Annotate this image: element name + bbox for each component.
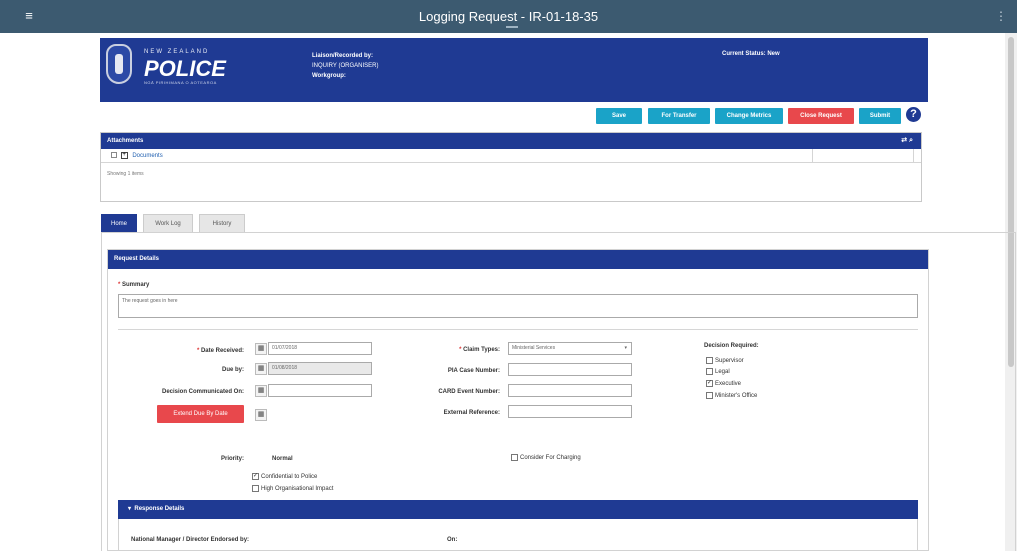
summary-label: * Summary [118,282,150,288]
attachments-tools-icon[interactable]: ⇄ ⌕ [901,133,913,149]
attachments-title: Attachments [107,138,144,144]
attachments-panel: Attachments ⇄ ⌕ + Documents Showing 1 it… [100,132,922,202]
tab-history[interactable]: History [199,214,245,232]
decision-executive[interactable]: ✓ Executive [706,380,741,387]
claim-types-select[interactable]: Ministerial Services ▾ [508,342,632,355]
date-received-field[interactable]: 01/07/2018 [268,342,372,355]
checkbox[interactable] [706,368,713,375]
checkbox-checked[interactable]: ✓ [252,473,259,480]
change-metrics-button[interactable]: Change Metrics [715,108,783,124]
police-banner: NEW ZEALAND POLICE NGĀ PIRIHIMANA O AOTE… [100,38,928,102]
expand-plus-icon[interactable]: + [120,151,128,159]
logo-tagline: NGĀ PIRIHIMANA O AOTEAROA [144,80,217,85]
submit-button[interactable]: Submit [859,108,901,124]
workgroup-label: Workgroup: [312,73,346,79]
tab-work-log[interactable]: Work Log [143,214,193,232]
attachments-folder-row[interactable]: + Documents [101,149,921,163]
response-details-header[interactable]: ▾ Response Details [118,500,918,519]
close-request-button[interactable]: Close Request [788,108,854,124]
for-transfer-button[interactable]: For Transfer [648,108,710,124]
police-logo: NEW ZEALAND POLICE NGĀ PIRIHIMANA O AOTE… [106,42,236,94]
decision-communicated-field[interactable] [268,384,372,397]
decision-supervisor[interactable]: Supervisor [706,357,744,364]
column-divider [913,149,914,163]
external-reference-field[interactable] [508,405,632,418]
date-received-label: * Date Received: [196,348,244,354]
tab-home[interactable]: Home [101,214,137,232]
more-options-icon[interactable]: ⋮ [995,9,1007,23]
folder-name[interactable]: Documents [132,153,162,159]
row-checkbox[interactable] [111,152,117,159]
on-label: On: [447,537,458,543]
current-status: Current Status: New [722,51,780,57]
title-underline [506,26,518,28]
external-reference-label: External Reference: [443,410,500,416]
checkbox-checked[interactable]: ✓ [706,380,713,387]
due-by-label: Due by: [221,367,244,373]
response-details-body: National Manager / Director Endorsed by:… [118,519,918,551]
decision-required-label: Decision Required: [704,343,759,349]
liaison-label: Liaison/Recorded by: [312,53,374,59]
checkbox[interactable] [706,357,713,364]
manager-endorsed-label: National Manager / Director Endorsed by: [131,537,250,543]
police-crest-icon [106,44,132,84]
card-event-field[interactable] [508,384,632,397]
extend-due-date-button[interactable]: Extend Due By Date [157,405,244,423]
save-button[interactable]: Save [596,108,642,124]
priority-label: Priority: [220,456,244,462]
status-value: New [767,51,780,57]
column-divider [812,149,813,163]
divider [118,329,918,330]
request-details-header: Request Details [108,250,928,269]
page-title: Logging Request - IR-01-18-35 [418,9,599,24]
card-event-label: CARD Event Number: [438,389,500,395]
collapse-chevron-icon[interactable]: ▾ [128,506,133,512]
checkbox[interactable] [511,454,518,461]
priority-value: Normal [272,456,293,462]
high-org-impact-option[interactable]: High Organisational Impact [252,485,333,492]
banner-details: Liaison/Recorded by: INQUIRY (ORGANISER)… [312,51,378,81]
checkbox[interactable] [706,392,713,399]
calendar-icon[interactable]: ▦ [255,409,267,421]
help-icon[interactable]: ? [906,107,921,122]
attachments-header: Attachments ⇄ ⌕ [101,133,921,149]
claim-types-label: * Claim Types: [459,347,500,353]
pia-case-field[interactable] [508,363,632,376]
consider-charging-option[interactable]: Consider For Charging [511,454,581,461]
decision-communicated-label: Decision Communicated On: [161,389,244,395]
app-header: ≡ Logging Request - IR-01-18-35 ⋮ [0,0,1017,33]
pia-case-label: PIA Case Number: [447,368,500,374]
checkbox[interactable] [252,485,259,492]
summary-field[interactable]: The request goes in here [118,294,918,318]
decision-ministers-office[interactable]: Minister's Office [706,392,757,399]
attachments-footer: Showing 1 items [107,171,144,177]
liaison-value: INQUIRY (ORGANISER) [312,63,379,69]
logo-country: NEW ZEALAND [144,49,210,55]
response-details-title: Response Details [134,506,185,512]
due-by-field: 01/08/2018 [268,362,372,375]
calendar-icon[interactable]: ▦ [255,343,267,355]
confidential-option[interactable]: ✓ Confidential to Police [252,473,317,480]
logo-wordmark: POLICE [144,56,226,81]
status-label: Current Status: [722,51,766,57]
decision-legal[interactable]: Legal [706,368,730,375]
calendar-icon[interactable]: ▦ [255,363,267,375]
calendar-icon[interactable]: ▦ [255,385,267,397]
